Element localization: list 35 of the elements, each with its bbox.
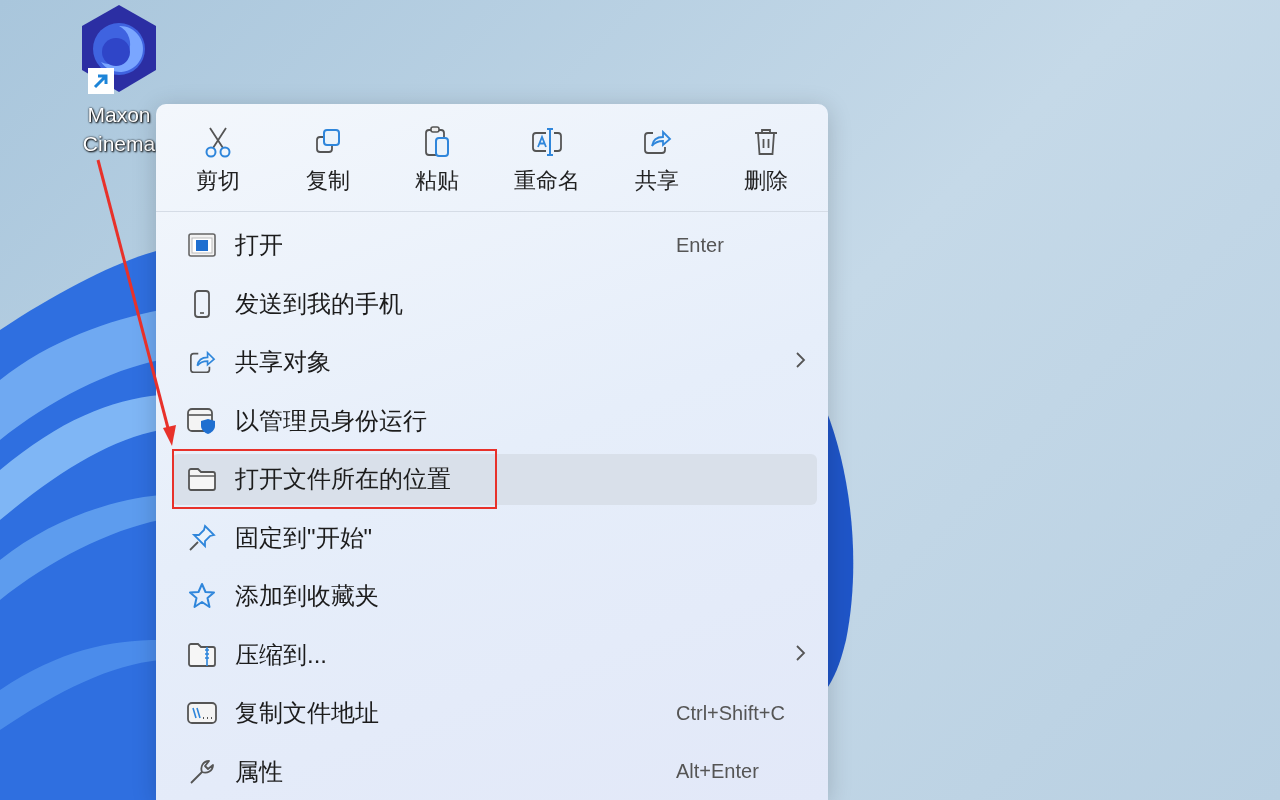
star-icon bbox=[188, 582, 216, 611]
menu-item[interactable]: 压缩到... bbox=[172, 629, 817, 680]
menu-item[interactable]: 发送到我的手机 bbox=[172, 278, 817, 329]
menu-item-label[interactable]: 打开文件所在的位置 bbox=[235, 463, 451, 496]
menu-item[interactable]: 复制文件地址 Ctrl+Shift+C bbox=[172, 688, 817, 739]
toolbar-button[interactable]: 重命名 bbox=[492, 116, 602, 203]
folder-icon bbox=[187, 467, 217, 492]
menu-item[interactable]: 以管理员身份运行 bbox=[172, 395, 817, 446]
toolbar-button[interactable]: 剪切 bbox=[163, 116, 273, 203]
shortcut-text: Ctrl+Shift+C bbox=[676, 701, 785, 725]
zip-folder-icon bbox=[187, 641, 217, 668]
menu-item[interactable]: 打开 Enter bbox=[172, 220, 817, 271]
toolbar-button[interactable]: 粘贴 bbox=[382, 116, 492, 203]
share-icon bbox=[188, 349, 216, 376]
menu-item[interactable]: 固定到"开始" bbox=[172, 512, 817, 563]
shortcut-text: Alt+Enter bbox=[676, 760, 759, 784]
shortcut-text: Enter bbox=[676, 233, 724, 257]
copy-icon bbox=[313, 127, 342, 156]
wrench-icon bbox=[188, 757, 216, 786]
phone-icon bbox=[192, 289, 212, 318]
window-icon bbox=[188, 233, 216, 258]
rename-icon bbox=[529, 126, 564, 157]
shield-window-icon bbox=[187, 406, 217, 435]
toolbar-button[interactable]: 复制 bbox=[272, 116, 383, 203]
menu-item[interactable]: 属性 Alt+Enter bbox=[172, 746, 817, 797]
menu-item[interactable]: 共享对象 bbox=[172, 337, 817, 388]
menu-item[interactable]: 添加到收藏夹 bbox=[172, 571, 817, 622]
share-icon bbox=[641, 127, 672, 156]
toolbar-button[interactable]: 删除 bbox=[711, 116, 822, 203]
pin-icon bbox=[188, 523, 216, 552]
clipboard-icon bbox=[423, 125, 452, 158]
trash-icon bbox=[753, 126, 780, 157]
toolbar-button[interactable]: 共享 bbox=[601, 116, 712, 203]
path-icon bbox=[187, 701, 217, 726]
scissors-icon bbox=[203, 125, 232, 158]
